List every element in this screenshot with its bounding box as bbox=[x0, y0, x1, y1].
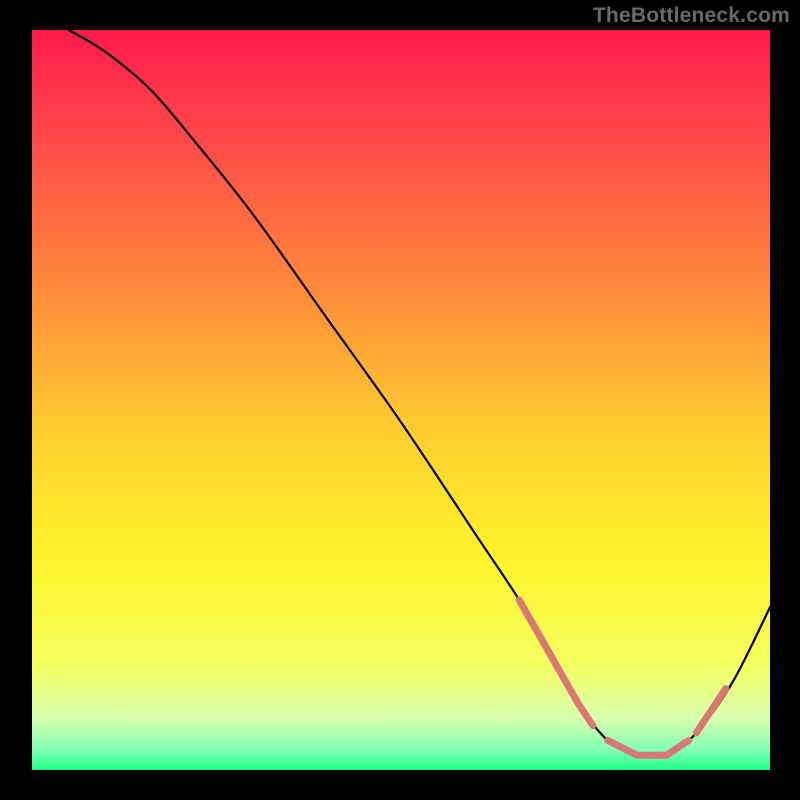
plot-background bbox=[32, 30, 770, 770]
chart-canvas bbox=[0, 0, 800, 800]
watermark-text: TheBottleneck.com bbox=[593, 4, 790, 28]
chart-frame: TheBottleneck.com bbox=[0, 0, 800, 800]
